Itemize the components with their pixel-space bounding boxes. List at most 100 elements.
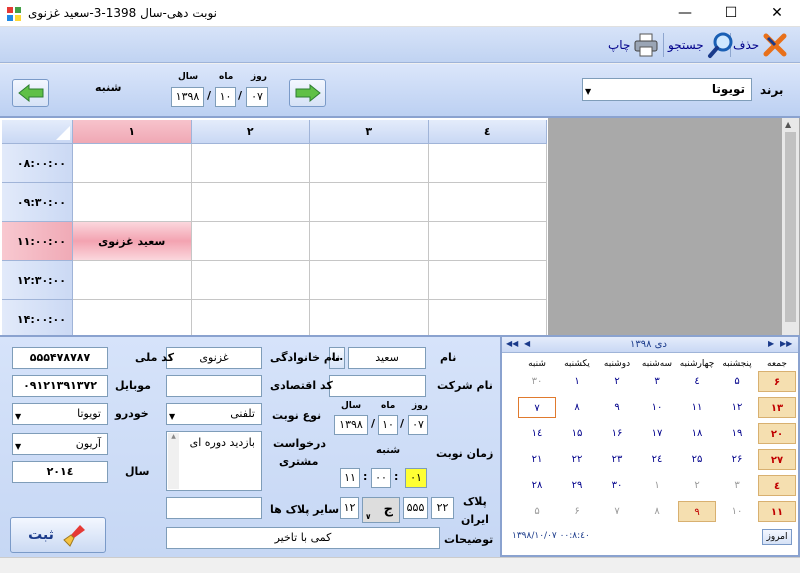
appointment-year-field[interactable]: ۱۳۹۸ xyxy=(334,415,368,435)
calendar-day[interactable]: ۱۲ xyxy=(718,397,756,418)
scroll-up-icon[interactable]: ▲ xyxy=(785,120,791,129)
calendar-day[interactable]: ۲۱ xyxy=(518,449,556,470)
plate-prefix-field[interactable]: ۱۲ xyxy=(340,497,359,519)
minute-field[interactable]: ۰۰ xyxy=(371,468,391,488)
car-year-field[interactable]: ۲۰۱٤ xyxy=(12,461,108,483)
calendar-day[interactable]: ۲۲ xyxy=(558,449,596,470)
calendar-day[interactable]: ۲٤ xyxy=(638,449,676,470)
calendar-day[interactable]: ۱۰ xyxy=(638,397,676,418)
today-button[interactable]: امروز xyxy=(762,529,792,545)
prev-month-icon[interactable]: ◀ xyxy=(524,339,530,348)
schedule-cell[interactable] xyxy=(310,144,429,183)
time-row-header[interactable]: ۱۲:۳۰:۰۰ xyxy=(2,261,73,300)
time-row-header[interactable]: ۰۸:۰۰:۰۰ xyxy=(2,144,73,183)
close-button[interactable]: ✕ xyxy=(754,0,800,27)
calendar-day[interactable]: ۱ xyxy=(558,371,596,392)
schedule-cell[interactable] xyxy=(310,183,429,222)
notes-field[interactable]: کمی با تاخیر xyxy=(166,527,440,549)
calendar-day[interactable]: ۶ xyxy=(558,501,596,522)
appointment-month-field[interactable]: ۱۰ xyxy=(378,415,398,435)
schedule-cell[interactable] xyxy=(310,222,429,261)
calendar-day[interactable]: ٤ xyxy=(678,371,716,392)
column-header[interactable]: ۳ xyxy=(310,120,429,144)
prev-year-icon[interactable]: ◀◀ xyxy=(506,339,518,348)
previous-day-button[interactable] xyxy=(12,79,49,107)
schedule-cell[interactable] xyxy=(428,300,547,335)
calendar-day[interactable]: ۵ xyxy=(718,371,756,392)
brand-select[interactable]: تویوتا ▼ xyxy=(582,78,752,101)
last-name-field[interactable]: غزنوی xyxy=(166,347,262,369)
calendar-day[interactable]: ۲۶ xyxy=(718,449,756,470)
schedule-cell[interactable] xyxy=(428,222,547,261)
mobile-field[interactable]: ۰۹۱۲۱۳۹۱۳۷۲ xyxy=(12,375,108,397)
other-plates-field[interactable] xyxy=(166,497,262,519)
calendar-day[interactable]: ۸ xyxy=(558,397,596,418)
schedule-cell[interactable] xyxy=(191,183,310,222)
calendar-day[interactable]: ۱۱ xyxy=(678,397,716,418)
minimize-button[interactable]: — xyxy=(662,0,708,27)
calendar-day[interactable]: ۱ xyxy=(638,475,676,496)
schedule-cell[interactable] xyxy=(191,144,310,183)
next-month-icon[interactable]: ▶ xyxy=(768,339,774,348)
calendar-day[interactable]: ۳ xyxy=(638,371,676,392)
calendar-day[interactable]: ۱۵ xyxy=(558,423,596,444)
calendar-day[interactable]: ٤ xyxy=(758,475,796,496)
calendar-day[interactable]: ۲۵ xyxy=(678,449,716,470)
schedule-cell[interactable] xyxy=(191,300,310,335)
schedule-cell[interactable] xyxy=(73,183,192,222)
economic-code-field[interactable] xyxy=(166,375,262,397)
schedule-cell[interactable] xyxy=(191,222,310,261)
appointment-day-field[interactable]: ۰۷ xyxy=(408,415,428,435)
schedule-cell[interactable] xyxy=(73,261,192,300)
header-year-field[interactable]: ۱۳۹۸ xyxy=(171,87,204,107)
calendar-day[interactable]: ۲۹ xyxy=(558,475,596,496)
submit-button[interactable]: ثبت xyxy=(10,517,106,553)
schedule-cell[interactable] xyxy=(310,261,429,300)
calendar-day[interactable]: ۱٤ xyxy=(518,423,556,444)
time-row-header[interactable]: ۱۴:۰۰:۰۰ xyxy=(2,300,73,335)
grid-scrollbar[interactable]: ▲ xyxy=(782,118,799,335)
calendar-day[interactable]: ۲۰ xyxy=(758,423,796,444)
calendar-day[interactable]: ۲۳ xyxy=(598,449,636,470)
calendar-day[interactable]: ۲ xyxy=(598,371,636,392)
calendar-day[interactable]: ۲ xyxy=(678,475,716,496)
calendar-day-selected[interactable]: ۷ xyxy=(518,397,556,418)
calendar-day[interactable]: ۳۰ xyxy=(598,475,636,496)
second-field[interactable]: ۰۱ xyxy=(405,468,427,488)
calendar-day[interactable]: ۸ xyxy=(638,501,676,522)
plate-region-field[interactable]: ۲۲ xyxy=(431,497,454,519)
calendar-day[interactable]: ۱۳ xyxy=(758,397,796,418)
calendar-day[interactable]: ۱۱ xyxy=(758,501,796,522)
plate-letter-select[interactable]: ج ∨ xyxy=(362,497,400,523)
schedule-cell[interactable] xyxy=(73,144,192,183)
calendar-day[interactable]: ۲۸ xyxy=(518,475,556,496)
car-brand-select[interactable]: تویوتا ▼ xyxy=(12,403,108,425)
delete-button[interactable]: حذف xyxy=(733,31,788,59)
calendar-day[interactable]: ۱۸ xyxy=(678,423,716,444)
first-name-field[interactable]: سعید xyxy=(348,347,426,369)
schedule-cell[interactable] xyxy=(310,300,429,335)
calendar-day[interactable]: ۳۰ xyxy=(518,371,556,392)
search-button[interactable]: جستجو xyxy=(668,31,735,59)
header-day-field[interactable]: ۰۷ xyxy=(246,87,268,107)
print-button[interactable]: چاپ xyxy=(608,31,659,59)
calendar-day[interactable]: ۱۷ xyxy=(638,423,676,444)
calendar-day[interactable]: ۱۹ xyxy=(718,423,756,444)
car-model-select[interactable]: آریون ▼ xyxy=(12,433,108,455)
calendar-day[interactable]: ۳ xyxy=(718,475,756,496)
next-year-icon[interactable]: ▶▶ xyxy=(780,339,792,348)
column-header[interactable]: ۱ xyxy=(73,120,192,144)
schedule-cell[interactable] xyxy=(73,300,192,335)
time-row-header[interactable]: ۱۱:۰۰:۰۰ xyxy=(2,222,73,261)
schedule-cell[interactable] xyxy=(191,261,310,300)
appointment-cell[interactable]: سعید غزنوی xyxy=(73,222,192,261)
company-field[interactable] xyxy=(329,375,426,397)
plate-number-field[interactable]: ۵۵۵ xyxy=(403,497,428,519)
header-month-field[interactable]: ۱۰ xyxy=(215,87,236,107)
appointment-type-select[interactable]: تلفنی ▼ xyxy=(166,403,262,425)
calendar-day[interactable]: ۹ xyxy=(678,501,716,522)
calendar-day[interactable]: ۶ xyxy=(758,371,796,392)
maximize-button[interactable]: ☐ xyxy=(708,0,754,27)
national-code-field[interactable]: ۵۵۵۴۷۸۷۸۷ xyxy=(12,347,108,369)
textarea-scrollbar[interactable]: ▲ xyxy=(168,433,179,489)
